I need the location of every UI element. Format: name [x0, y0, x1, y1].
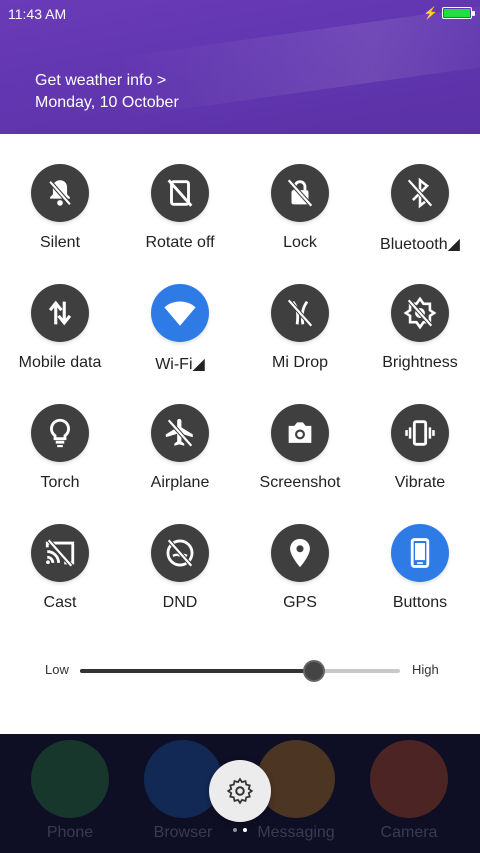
toggle-silent[interactable]: Silent	[0, 164, 120, 252]
toggle-brightness[interactable]: Brightness	[360, 284, 480, 372]
cast-icon	[45, 538, 75, 568]
wifi-icon	[164, 301, 196, 326]
tile-label: Lock	[283, 234, 317, 251]
toggle-torch[interactable]: Torch	[0, 404, 120, 492]
brightness-circle	[391, 284, 449, 342]
page-dot-active	[243, 828, 247, 832]
toggle-bluetooth[interactable]: Bluetooth◢	[360, 164, 480, 254]
tile-label: Brightness	[382, 354, 458, 371]
phone-app-icon	[31, 740, 109, 818]
screenshot-button[interactable]: Screenshot	[240, 404, 360, 492]
mobile-data-icon	[48, 300, 72, 326]
tile-label: Airplane	[150, 474, 210, 491]
toggle-vibrate[interactable]: Vibrate	[360, 404, 480, 492]
toggle-rotate[interactable]: Rotate off	[120, 164, 240, 252]
tile-label: Buttons	[392, 594, 448, 611]
page-dot	[233, 828, 237, 832]
dnd-icon	[166, 538, 194, 568]
brightness-control: Low High	[0, 656, 480, 686]
screenshot-circle	[271, 404, 329, 462]
tile-label: Cast	[43, 594, 77, 611]
tile-label: Wi-Fi◢	[155, 356, 205, 373]
brightness-auto-icon	[403, 296, 437, 330]
weather-link[interactable]: Get weather info >	[35, 72, 166, 90]
dock-app-camera: Camera	[349, 740, 469, 842]
gps-circle	[271, 524, 329, 582]
phone-buttons-icon	[410, 538, 430, 568]
brightness-slider-thumb[interactable]	[302, 660, 325, 682]
silent-circle	[31, 164, 89, 222]
mi-drop-circle	[271, 284, 329, 342]
charging-icon: ⚡	[423, 6, 438, 20]
dnd-circle	[151, 524, 209, 582]
vibrate-circle	[391, 404, 449, 462]
tile-label: Rotate off	[145, 234, 215, 251]
camera-icon	[288, 422, 312, 443]
tile-label: GPS	[283, 594, 317, 611]
rotate-off-icon	[167, 179, 193, 207]
wifi-circle	[151, 284, 209, 342]
lock-icon	[287, 178, 313, 208]
airplane-icon	[165, 418, 193, 448]
lock-circle	[271, 164, 329, 222]
toggle-mi-drop[interactable]: Mi Drop	[240, 284, 360, 372]
tile-label: Vibrate	[394, 474, 446, 491]
toggle-cast[interactable]: Cast	[0, 524, 120, 612]
tile-label: Mobile data	[18, 354, 102, 371]
dock-app-label: Phone	[46, 824, 94, 841]
camera-app-icon	[370, 740, 448, 818]
status-icons: ⚡	[423, 6, 475, 20]
toggle-airplane[interactable]: Airplane	[120, 404, 240, 492]
mi-drop-icon	[287, 298, 313, 328]
tile-label: Bluetooth◢	[380, 236, 460, 253]
brightness-high-label: High	[412, 662, 439, 677]
gear-icon	[226, 777, 254, 805]
page-indicator	[233, 828, 247, 832]
dock-app-phone: Phone	[10, 740, 130, 842]
tile-label: DND	[162, 594, 198, 611]
brightness-slider-track[interactable]	[80, 669, 400, 673]
tile-label: Mi Drop	[271, 354, 328, 371]
toggle-buttons[interactable]: Buttons	[360, 524, 480, 612]
mobile-data-circle	[31, 284, 89, 342]
settings-button[interactable]	[209, 760, 271, 822]
torch-circle	[31, 404, 89, 462]
toggle-dnd[interactable]: DND	[120, 524, 240, 612]
toggle-wifi[interactable]: Wi-Fi◢	[120, 284, 240, 374]
brightness-slider-fill	[80, 669, 314, 673]
rotate-circle	[151, 164, 209, 222]
dock-app-label: Camera	[380, 824, 438, 841]
battery-icon	[442, 7, 475, 19]
location-pin-icon	[290, 538, 310, 568]
bluetooth-icon	[407, 177, 433, 209]
toggle-lock[interactable]: Lock	[240, 164, 360, 252]
tile-label: Torch	[40, 474, 80, 491]
brightness-low-label: Low	[45, 662, 69, 677]
date-label: Monday, 10 October	[35, 94, 179, 111]
toggle-gps[interactable]: GPS	[240, 524, 360, 612]
notification-header: 11:43 AM ⚡ Get weather info > Monday, 10…	[0, 0, 480, 134]
tile-label: Screenshot	[259, 474, 341, 491]
bluetooth-circle	[391, 164, 449, 222]
cast-circle	[31, 524, 89, 582]
airplane-circle	[151, 404, 209, 462]
status-time: 11:43 AM	[8, 6, 67, 22]
vibrate-icon	[405, 420, 435, 446]
tile-label: Silent	[39, 234, 81, 251]
torch-icon	[50, 418, 70, 448]
buttons-circle	[391, 524, 449, 582]
silent-icon	[48, 180, 72, 206]
dock-app-label: Browser	[153, 824, 213, 841]
toggle-mobile-data[interactable]: Mobile data	[0, 284, 120, 372]
dock-app-label: Messaging	[257, 824, 335, 841]
